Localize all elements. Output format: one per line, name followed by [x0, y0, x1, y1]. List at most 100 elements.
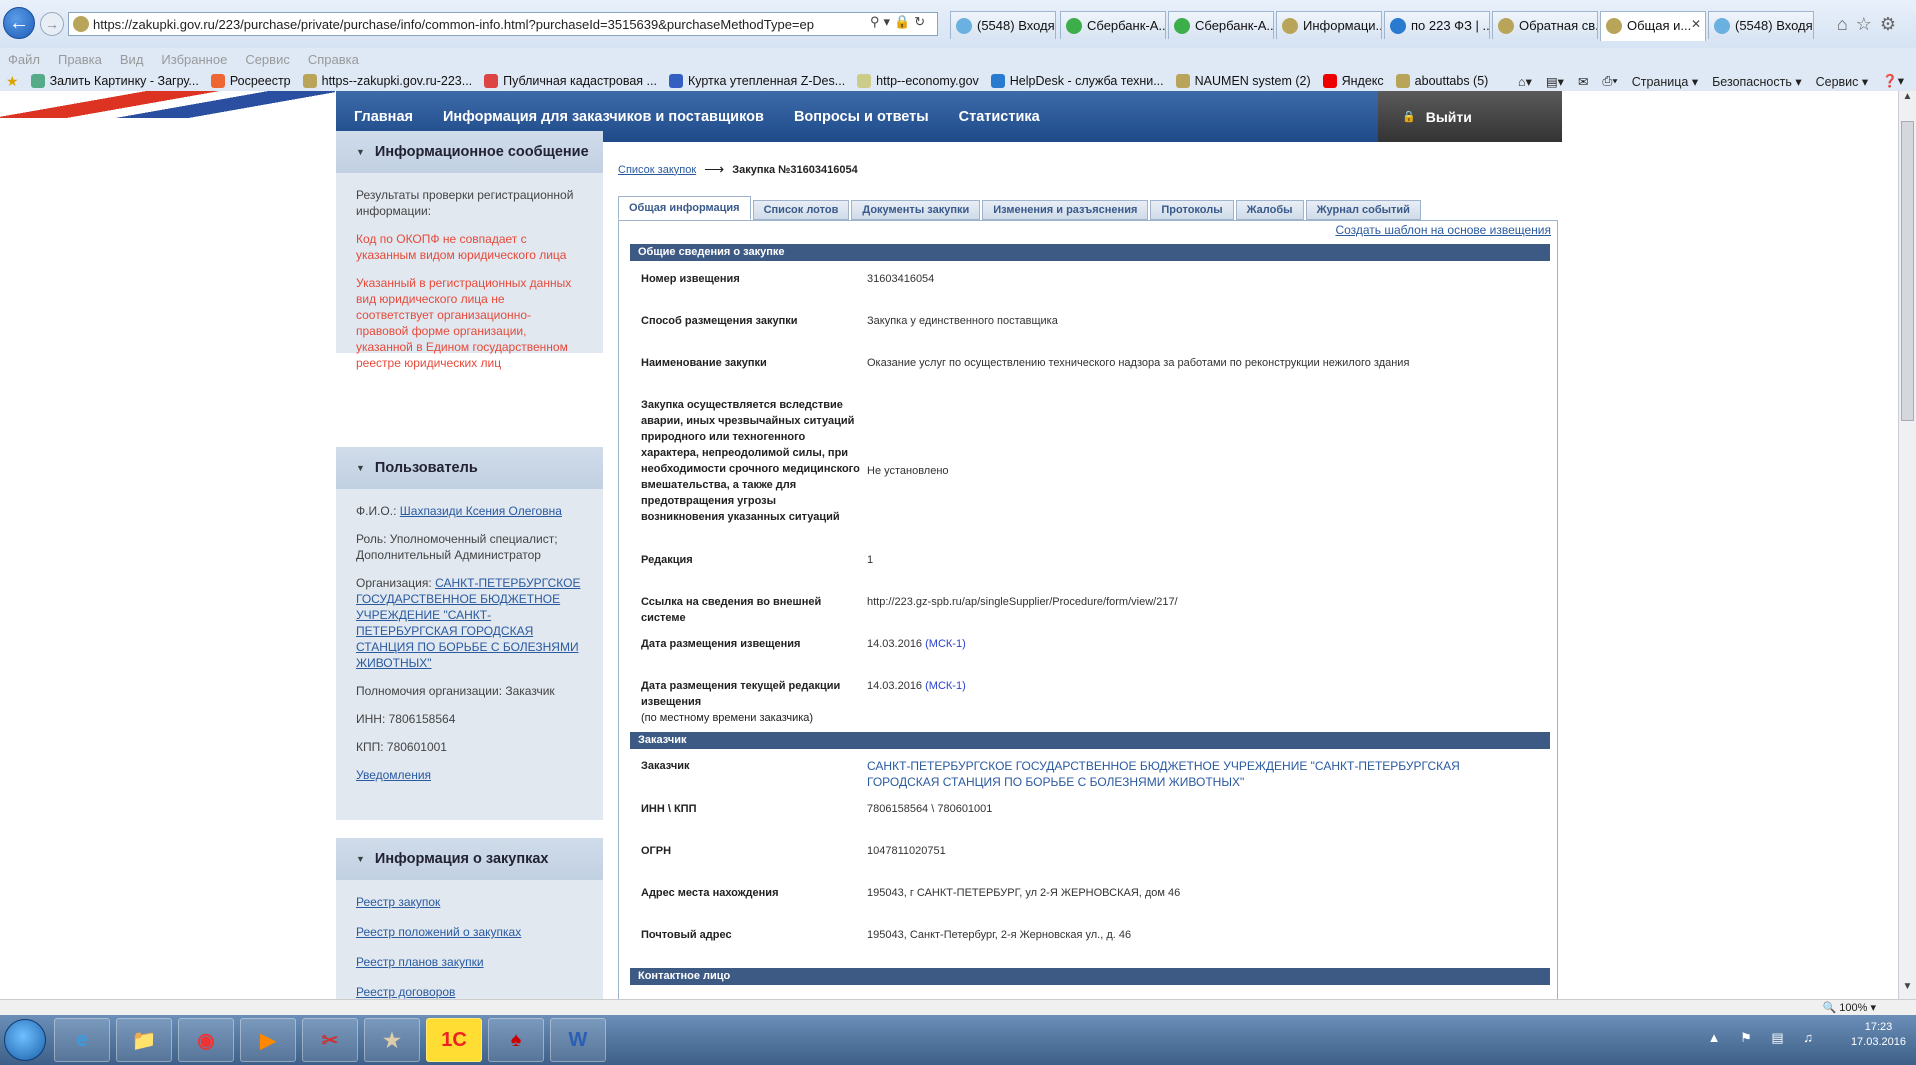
lock-icon[interactable]: 🔒: [894, 14, 914, 29]
scroll-up-icon[interactable]: ▲: [1899, 91, 1916, 109]
tab-complaints[interactable]: Жалобы: [1235, 200, 1304, 220]
home-icon[interactable]: ⌂▾: [1518, 74, 1532, 89]
tab-general-info[interactable]: Общая информация: [618, 196, 751, 220]
favorite-link[interactable]: Залить Картинку - Загру...: [30, 74, 199, 88]
tab-lots[interactable]: Список лотов: [752, 200, 850, 220]
scissors-icon[interactable]: ✂: [302, 1018, 358, 1062]
tab-event-log[interactable]: Журнал событий: [1305, 200, 1421, 220]
error-message: Код по ОКОПФ не совпадает с указанным ви…: [356, 232, 567, 262]
logout-button[interactable]: 🔒 Выйти: [1378, 91, 1562, 142]
help-icon[interactable]: ❓▾: [1882, 73, 1904, 89]
favorite-link[interactable]: NAUMEN system (2): [1175, 74, 1311, 88]
clock-time: 17:23: [1864, 1021, 1893, 1033]
menu-item[interactable]: Сервис: [245, 52, 290, 67]
scroll-thumb[interactable]: [1901, 121, 1914, 421]
nav-statistics[interactable]: Статистика: [959, 109, 1040, 125]
1c-label: 1С: [441, 1028, 467, 1051]
menu-item[interactable]: Избранное: [161, 52, 227, 67]
command-menu[interactable]: Безопасность ▾: [1712, 74, 1802, 89]
tab-documents[interactable]: Документы закупки: [851, 200, 981, 220]
registry-regulations-link[interactable]: Реестр положений о закупках: [356, 925, 521, 939]
acrobat-icon[interactable]: ♠: [488, 1018, 544, 1062]
address-tools[interactable]: ⚲▾🔒↻: [870, 14, 929, 30]
refresh-icon[interactable]: ↻: [914, 14, 929, 29]
notifications-link[interactable]: Уведомления: [356, 768, 431, 782]
command-menu[interactable]: Страница ▾: [1632, 74, 1698, 89]
browser-tab[interactable]: Сбербанк-А...: [1168, 11, 1274, 39]
browser-tab[interactable]: Информаци...: [1276, 11, 1382, 39]
registry-purchases-link[interactable]: Реестр закупок: [356, 895, 440, 909]
content-tabs: Общая информация Список лотов Документы …: [618, 196, 1423, 220]
search-icon[interactable]: ⚲: [870, 14, 884, 29]
tab-protocols[interactable]: Протоколы: [1150, 200, 1234, 220]
user-header[interactable]: ▼ Пользователь: [336, 447, 603, 489]
field-inn-kpp: ИНН \ КПП 7806158564 \ 780601001: [641, 801, 1541, 831]
favorite-icon: [1322, 74, 1337, 88]
tab-changes[interactable]: Изменения и разъяснения: [982, 200, 1149, 220]
menu-item[interactable]: Вид: [120, 52, 144, 67]
menu-item[interactable]: Правка: [58, 52, 102, 67]
field-value: 31603416054: [867, 273, 935, 285]
create-template-link[interactable]: Создать шаблон на основе извещения: [1335, 223, 1551, 237]
nav-faq[interactable]: Вопросы и ответы: [794, 109, 929, 125]
zoom-level[interactable]: 🔍 100% ▾: [1823, 1001, 1876, 1014]
scroll-down-icon[interactable]: ▼: [1899, 981, 1916, 999]
command-menu[interactable]: Сервис ▾: [1816, 74, 1869, 89]
clock[interactable]: 17:23 17.03.2016: [1851, 1020, 1906, 1050]
vertical-scrollbar[interactable]: ▲ ▼: [1898, 91, 1916, 999]
panel-title: Информационное сообщение: [374, 144, 589, 160]
favorites-star-icon[interactable]: ☆: [1856, 14, 1880, 34]
browser-tab[interactable]: Сбербанк-А...: [1060, 11, 1166, 39]
internet-explorer-icon[interactable]: e: [54, 1018, 110, 1062]
organization-link[interactable]: САНКТ-ПЕТЕРБУРГСКОЕ ГОСУДАРСТВЕННОЕ БЮДЖ…: [356, 576, 580, 670]
forward-button[interactable]: →: [40, 12, 64, 36]
purchases-info-header[interactable]: ▼ Информация о закупках: [336, 838, 603, 880]
favorite-link[interactable]: Публичная кадастровая ...: [484, 74, 657, 88]
registry-plans-link[interactable]: Реестр планов закупки: [356, 955, 484, 969]
print-icon[interactable]: ⎙▾: [1602, 74, 1617, 89]
registry-contracts-link[interactable]: Реестр договоров: [356, 985, 455, 999]
favorites-star-icon[interactable]: ★: [6, 73, 19, 90]
field-notice-number: Номер извещения 31603416054: [641, 271, 1541, 301]
menu-item[interactable]: Справка: [308, 52, 359, 67]
nav-home[interactable]: Главная: [354, 109, 413, 125]
1c-icon[interactable]: 1С: [426, 1018, 482, 1062]
favorite-link[interactable]: HelpDesk - служба техни...: [990, 74, 1164, 88]
favorite-link[interactable]: abouttabs (5): [1395, 74, 1488, 88]
chrome-icon[interactable]: ◉: [178, 1018, 234, 1062]
favorite-link[interactable]: https--zakupki.gov.ru-223...: [302, 74, 472, 88]
word-icon[interactable]: W: [550, 1018, 606, 1062]
field-label: Редакция: [641, 554, 693, 566]
browser-tab[interactable]: Общая и... ✕: [1600, 11, 1706, 41]
favorite-label: Куртка утепленная Z-Des...: [687, 74, 846, 88]
browser-tab[interactable]: Обратная св...: [1492, 11, 1598, 39]
field-label: Номер извещения: [641, 273, 740, 285]
menu-item[interactable]: Файл: [8, 52, 40, 67]
address-bar[interactable]: https://zakupki.gov.ru/223/purchase/priv…: [68, 12, 938, 36]
browser-tab[interactable]: (5548) Входя...: [1708, 11, 1814, 39]
info-message-header[interactable]: ▼ Информационное сообщение: [336, 131, 603, 173]
favorite-link[interactable]: Росреестр: [210, 74, 291, 88]
file-explorer-icon[interactable]: 📁: [116, 1018, 172, 1062]
network-tool-icon[interactable]: ★: [364, 1018, 420, 1062]
start-button[interactable]: [4, 1019, 46, 1061]
back-button[interactable]: ←: [3, 7, 35, 39]
gear-icon[interactable]: ⚙: [1880, 14, 1904, 34]
breadcrumb-purchases-list[interactable]: Список закупок: [618, 164, 696, 176]
close-tab-icon[interactable]: ✕: [1691, 17, 1701, 31]
favorite-link[interactable]: http--economy.gov: [857, 74, 979, 88]
field-label: Наименование закупки: [641, 357, 767, 369]
dropdown-icon[interactable]: ▾: [884, 14, 895, 29]
nav-info-customers-suppliers[interactable]: Информация для заказчиков и поставщиков: [443, 109, 764, 125]
home-icon[interactable]: ⌂: [1837, 14, 1856, 34]
browser-tab[interactable]: (5548) Входя...: [950, 11, 1056, 39]
browser-tab[interactable]: по 223 ФЗ | ...: [1384, 11, 1490, 39]
favorite-link[interactable]: Куртка утепленная Z-Des...: [668, 74, 846, 88]
system-tray-icons[interactable]: ▲ ⚑ ▤ ♫: [1708, 1030, 1821, 1046]
favorite-icon: [30, 74, 45, 88]
user-name-link[interactable]: Шахпазиди Ксения Олеговна: [400, 504, 562, 518]
mail-icon[interactable]: ✉: [1578, 74, 1588, 89]
rss-icon[interactable]: ▤▾: [1546, 74, 1564, 89]
media-player-icon[interactable]: ▶: [240, 1018, 296, 1062]
favorite-link[interactable]: Яндекс: [1322, 74, 1384, 88]
